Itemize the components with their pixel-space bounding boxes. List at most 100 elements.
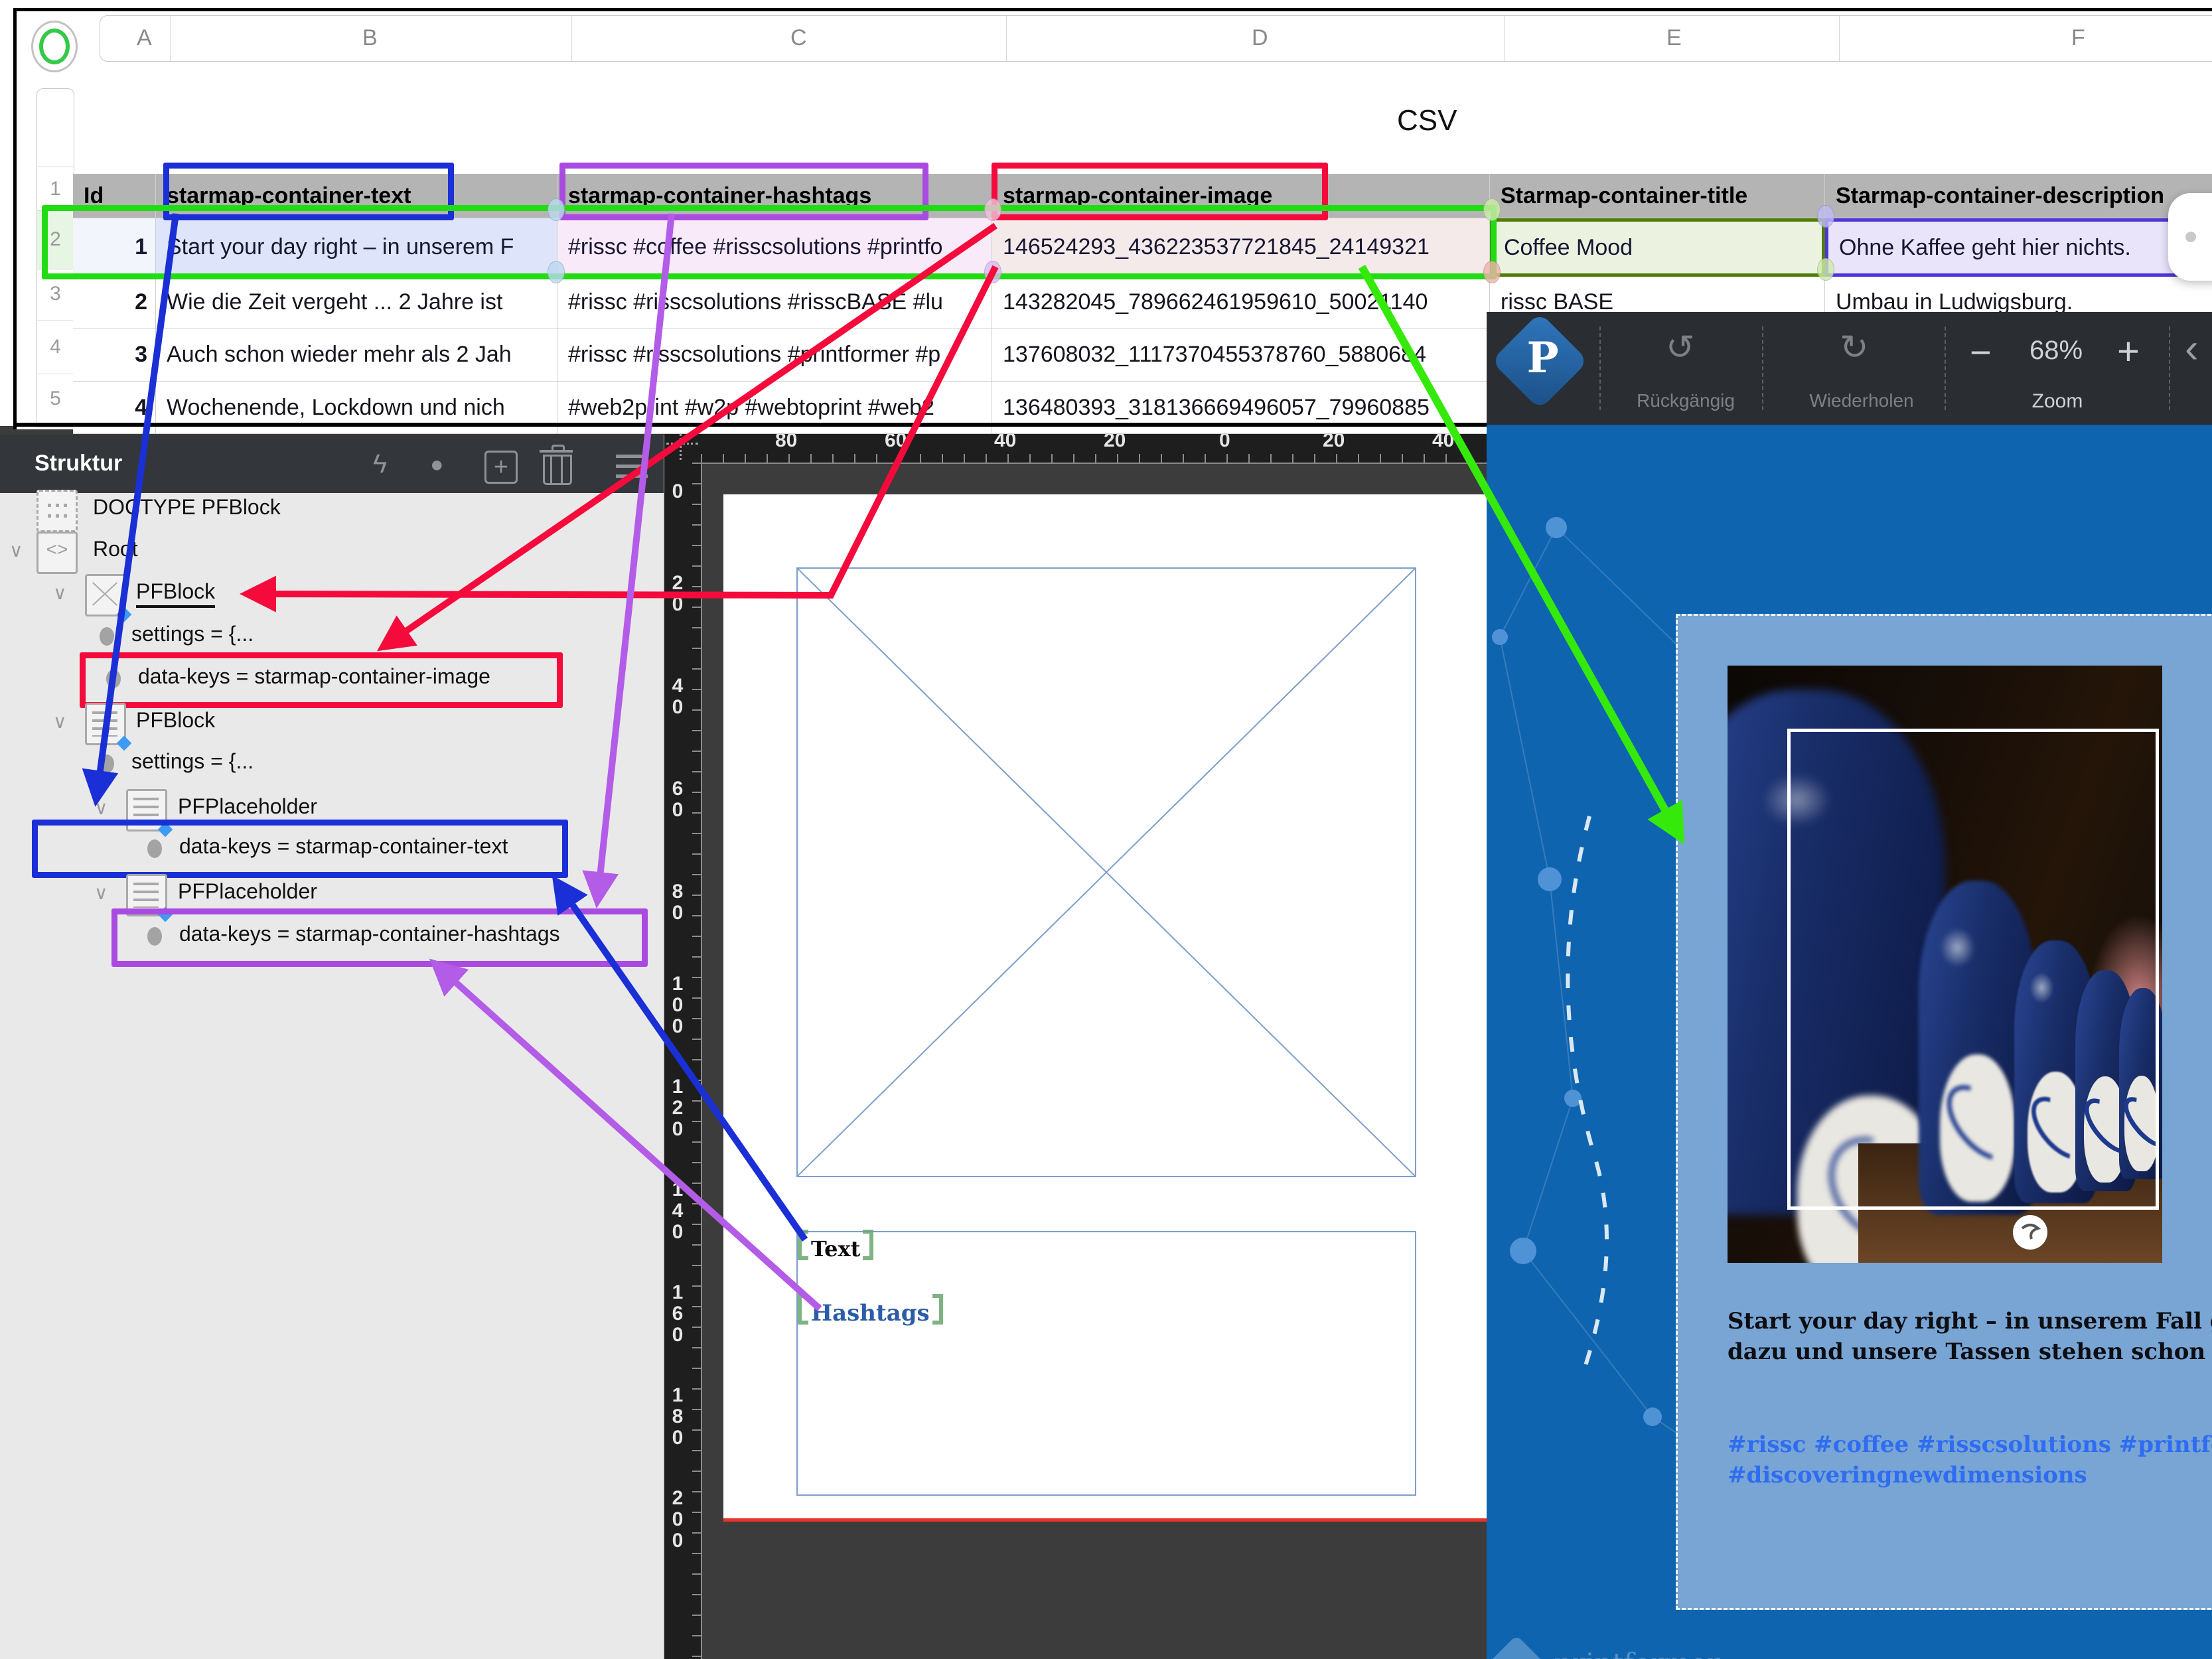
attribute-dot-icon [100, 755, 114, 773]
cell-b3[interactable]: Wie die Zeit vergeht ... 2 Jahre ist [156, 277, 557, 328]
redo-button[interactable]: Wiederholen [1789, 390, 1935, 411]
column-letter-d[interactable]: D [1252, 25, 1268, 51]
toolbar-separator [1762, 326, 1763, 410]
column-letter-a[interactable]: A [137, 25, 152, 51]
preview-hashtags-line1: #rissc #coffee #risscsolutions #printfor… [1728, 1429, 2212, 1460]
photo-inner-frame [1787, 729, 2159, 1210]
zoom-value: 68% [2029, 336, 2083, 366]
tree-item-pfblock-text[interactable]: ∨ PFBlock [0, 704, 664, 741]
attribute-dot-icon [100, 627, 114, 646]
tree-item-datakeys-image[interactable]: data-keys = starmap-container-image [0, 660, 664, 697]
column-letter-b[interactable]: B [362, 25, 378, 51]
delete-node-button[interactable] [543, 455, 572, 485]
cell-d3[interactable]: 143282045_789662461959610_50021140 [992, 277, 1490, 328]
tree-item-datakeys-hashtags[interactable]: data-keys = starmap-container-hashtags [0, 918, 664, 955]
undo-button[interactable]: Rückgängig [1619, 390, 1752, 411]
toolbar-separator [1945, 326, 1946, 410]
target-circle-icon[interactable] [31, 21, 78, 72]
collapse-panel-icon[interactable]: ‹ [2185, 325, 2199, 372]
row-number[interactable]: 1 [37, 178, 74, 200]
preview-caption-line1: Start your day right – in unserem Fall g… [1728, 1306, 2212, 1336]
selection-handle-icon [863, 1230, 873, 1260]
text-block-icon [85, 703, 126, 745]
ruler-tick-label: 80 [668, 881, 688, 924]
row-number[interactable]: 4 [37, 336, 74, 358]
cell-f2[interactable]: Ohne Kaffee geht hier nichts. [1825, 218, 2212, 277]
ruler-tick-label: 160 [668, 1282, 688, 1346]
tree-item-root[interactable]: ∨ <> Root [0, 533, 664, 570]
structure-panel: Struktur ϟ ● + DOCTYPE PFBlock ∨ <> Root… [0, 435, 664, 1659]
hashtags-placeholder-label[interactable]: Hashtags [798, 1294, 943, 1327]
redo-icon[interactable]: ↻ [1840, 328, 1869, 368]
header-title[interactable]: Starmap-container-title [1490, 174, 1825, 218]
preview-caption-line2: dazu und unsere Tassen stehen schon bere… [1728, 1336, 2212, 1367]
tree-item-settings[interactable]: settings = {... [0, 618, 664, 655]
text-placeholder-frame[interactable] [796, 1231, 1416, 1496]
ruler-tick-label: 120 [668, 1076, 688, 1140]
ruler-tick-label: 140 [668, 1179, 688, 1243]
coffee-mugs-photo [1728, 666, 2162, 1263]
chevron-down-icon[interactable]: ∨ [9, 540, 23, 561]
header-description[interactable]: Starmap-container-description [1825, 174, 2212, 218]
zoom-out-button[interactable]: − [1970, 330, 1992, 374]
placeholder-cross-icon [798, 569, 1415, 1176]
chevron-down-icon[interactable]: ∨ [94, 882, 108, 904]
text-placeholder-label[interactable]: Text [798, 1230, 873, 1262]
image-block-icon [85, 574, 126, 616]
row-number[interactable]: 3 [37, 283, 74, 305]
zoom-in-button[interactable]: + [2117, 329, 2140, 374]
ruler-tick-label: 100 [668, 974, 688, 1037]
toolbar-separator [1599, 326, 1601, 410]
cell-action-pill[interactable] [2168, 193, 2212, 281]
undo-icon[interactable]: ↺ [1666, 328, 1695, 368]
structure-panel-header: Struktur ϟ ● + [0, 435, 664, 493]
ruler-tick-label: 40 [668, 676, 688, 718]
toolbar-separator [2169, 326, 2170, 410]
cell-d4[interactable]: 137608032_1117370455378760_5880684 [992, 328, 1490, 382]
cell-a3[interactable]: 2 [73, 277, 156, 328]
handle-icon [984, 261, 1001, 283]
doctype-icon [37, 490, 78, 532]
column-letter-bar: A B C D E F [100, 15, 2212, 62]
selection-handle-icon [932, 1294, 943, 1325]
ruler-tick-label: 0 [668, 481, 688, 502]
handle-icon [1817, 205, 1834, 228]
chevron-down-icon[interactable]: ∨ [53, 582, 67, 604]
row-number[interactable]: 5 [37, 388, 74, 410]
sheet-title: CSV [1397, 104, 1457, 137]
printformer-logo-icon[interactable]: P [1491, 312, 1588, 409]
printformer-preview-panel: P ↺ Rückgängig ↻ Wiederholen − 68% + Zoo… [1487, 312, 2212, 1659]
handle-icon [984, 198, 1001, 221]
selection-handle-icon [798, 1230, 808, 1260]
cell-a4[interactable]: 3 [73, 328, 156, 382]
bolt-icon[interactable]: ϟ [373, 449, 387, 479]
tree-item-doctype[interactable]: DOCTYPE PFBlock [0, 491, 664, 528]
record-icon[interactable]: ● [430, 452, 444, 478]
tree-item-pfplaceholder-hashtags[interactable]: ∨ PFPlaceholder [0, 875, 664, 912]
root-icon: <> [37, 532, 78, 574]
ruler-tick-label: 60 [668, 778, 688, 821]
image-placeholder-frame[interactable] [796, 567, 1416, 1177]
ruler-tick-label: 180 [668, 1385, 688, 1449]
add-node-button[interactable]: + [484, 451, 518, 484]
chevron-down-icon[interactable]: ∨ [94, 797, 108, 819]
cell-b4[interactable]: Auch schon wieder mehr als 2 Jah [156, 328, 557, 382]
structure-panel-title: Struktur [35, 451, 122, 476]
column-letter-f[interactable]: F [2071, 25, 2085, 51]
tree-item-settings-2[interactable]: settings = {... [0, 745, 664, 782]
preview-hashtags-line2: #discoveringnewdimensions [1728, 1460, 2087, 1490]
cell-c3[interactable]: #rissc #risscsolutions #risscBASE #lu [557, 277, 992, 328]
menu-icon[interactable] [616, 455, 648, 478]
cell-c4[interactable]: #rissc #risscsolutions #printformer #p [557, 328, 992, 382]
tree-item-pfblock-image[interactable]: ∨ PFBlock [0, 575, 664, 613]
selection-handle-icon [798, 1294, 808, 1325]
chevron-down-icon[interactable]: ∨ [53, 711, 67, 733]
tree-item-datakeys-text[interactable]: data-keys = starmap-container-text [0, 830, 664, 867]
zoom-label: Zoom [1991, 390, 2124, 413]
column-letter-c[interactable]: C [790, 25, 807, 51]
cell-e2[interactable]: Coffee Mood [1490, 218, 1825, 277]
column-letter-e[interactable]: E [1666, 25, 1682, 51]
handle-icon [548, 261, 565, 283]
annotation-box-datakeys-image [80, 652, 563, 708]
document-page[interactable]: Text Hashtags [723, 494, 1553, 1522]
